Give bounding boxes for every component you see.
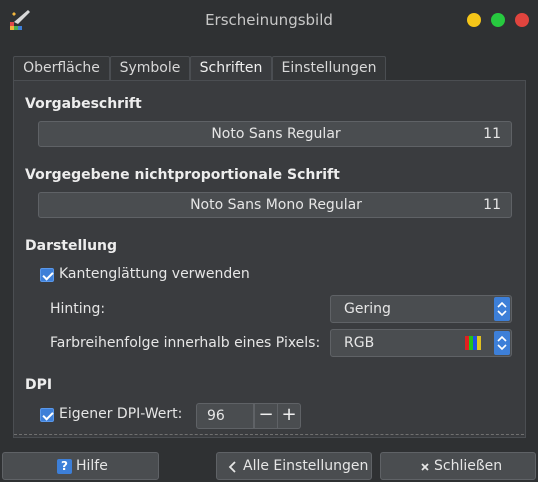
custom-dpi-checkbox[interactable]: [40, 408, 54, 422]
mono-font-size: 11: [483, 197, 501, 213]
dpi-decrease-button[interactable]: −: [254, 403, 278, 429]
tab-label: Schriften: [199, 60, 263, 76]
rgb-stripes-icon: [465, 336, 481, 350]
tab-oberflaeche[interactable]: Oberfläche: [13, 56, 110, 81]
close-button[interactable]: Schließen: [380, 452, 536, 480]
minimize-button[interactable]: [467, 13, 481, 27]
dpi-increase-button[interactable]: +: [277, 403, 301, 429]
default-font-size: 11: [483, 126, 501, 142]
maximize-button[interactable]: [491, 13, 505, 27]
default-font-name: Noto Sans Regular: [211, 126, 341, 142]
mono-font-title: Vorgegebene nichtproportionale Schrift: [25, 167, 340, 183]
all-settings-label: Alle Einstellungen: [243, 458, 369, 474]
all-settings-button[interactable]: Alle Einstellungen: [216, 452, 372, 480]
divider: [14, 434, 524, 435]
hinting-label: Hinting:: [50, 301, 106, 317]
subpixel-label: Farbreihenfolge innerhalb eines Pixels:: [50, 335, 321, 351]
hinting-value: Gering: [344, 301, 391, 317]
updown-chevron-icon: [494, 297, 510, 321]
dpi-spinbox: 96 − +: [196, 403, 304, 429]
hinting-select[interactable]: Gering: [330, 295, 512, 323]
rendering-title: Darstellung: [25, 238, 118, 254]
tab-label: Oberfläche: [23, 60, 100, 76]
tab-symbole[interactable]: Symbole: [110, 56, 190, 81]
antialias-checkbox[interactable]: [40, 268, 54, 282]
tab-label: Symbole: [119, 60, 181, 76]
mono-font-name: Noto Sans Mono Regular: [190, 197, 362, 213]
default-font-title: Vorgabeschrift: [25, 96, 142, 112]
close-icon: [421, 463, 429, 471]
subpixel-value: RGB: [344, 335, 375, 351]
default-font-button[interactable]: Noto Sans Regular 11: [38, 121, 512, 147]
tab-einstellungen[interactable]: Einstellungen: [272, 56, 386, 81]
subpixel-select[interactable]: RGB: [330, 329, 512, 357]
custom-dpi-label[interactable]: Eigener DPI-Wert:: [59, 406, 182, 422]
dpi-value[interactable]: 96: [196, 403, 254, 429]
antialias-label[interactable]: Kantenglättung verwenden: [59, 266, 250, 282]
window-title: Erscheinungsbild: [205, 11, 333, 29]
help-button[interactable]: ? Hilfe: [2, 452, 159, 480]
chevron-left-icon: [228, 461, 236, 473]
updown-chevron-icon: [494, 331, 510, 355]
dpi-title: DPI: [25, 377, 53, 393]
help-icon: ?: [57, 459, 72, 474]
title-bar: Erscheinungsbild: [0, 0, 538, 40]
close-window-button[interactable]: [515, 13, 529, 27]
tab-schriften[interactable]: Schriften: [190, 56, 272, 82]
mono-font-button[interactable]: Noto Sans Mono Regular 11: [38, 192, 512, 218]
close-label: Schließen: [434, 458, 503, 474]
tab-label: Einstellungen: [281, 60, 377, 76]
help-label: Hilfe: [76, 458, 108, 474]
